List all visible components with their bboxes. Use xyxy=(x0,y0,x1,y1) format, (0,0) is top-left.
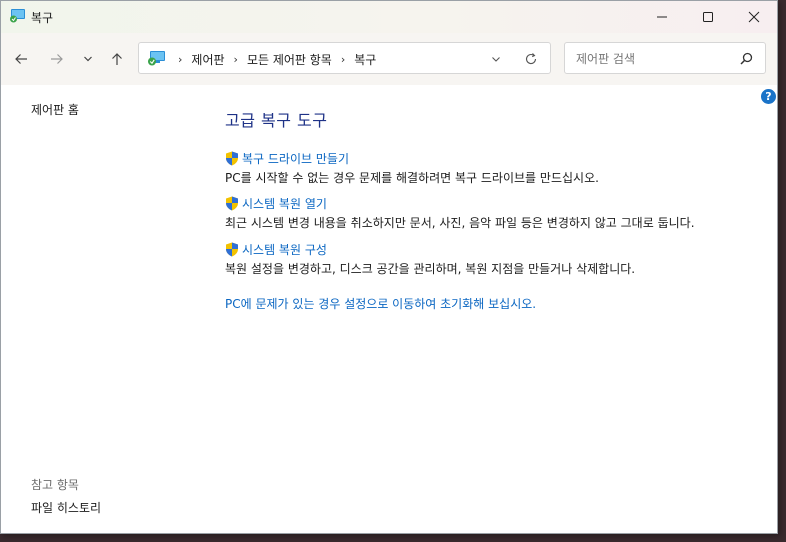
search-icon[interactable] xyxy=(740,52,753,65)
address-bar[interactable]: › 제어판 › 모든 제어판 항목 › 복구 xyxy=(138,42,551,74)
arrow-left-icon xyxy=(15,54,27,64)
control-panel-icon xyxy=(148,51,165,66)
reset-pc-link[interactable]: PC에 문제가 있는 경우 설정으로 이동하여 초기화해 보십시오. xyxy=(225,295,536,312)
close-button[interactable] xyxy=(731,1,777,33)
uac-shield-icon xyxy=(226,196,238,211)
tool-link-label[interactable]: 시스템 복원 구성 xyxy=(242,241,327,258)
tool-link-label[interactable]: 시스템 복원 열기 xyxy=(242,195,327,212)
breadcrumb: › 제어판 › 모든 제어판 항목 › 복구 xyxy=(169,51,376,68)
page-title: 고급 복구 도구 xyxy=(225,111,328,130)
window-title: 복구 xyxy=(31,11,54,25)
refresh-icon[interactable] xyxy=(524,52,538,66)
uac-shield-icon xyxy=(226,151,238,166)
chevron-down-icon[interactable] xyxy=(490,53,502,65)
up-button[interactable] xyxy=(107,49,127,69)
minimize-button[interactable] xyxy=(639,1,685,33)
main-content: 고급 복구 도구 복구 드라이브 만들기 PC를 시작할 수 없는 경우 문제를… xyxy=(225,85,777,533)
recovery-tool-item: 시스템 복원 열기 최근 시스템 변경 내용을 취소하지만 문서, 사진, 음악… xyxy=(225,195,695,231)
maximize-button[interactable] xyxy=(685,1,731,33)
maximize-icon xyxy=(703,12,713,22)
configure-system-restore-link[interactable]: 시스템 복원 구성 xyxy=(225,241,635,258)
navigation-bar: › 제어판 › 모든 제어판 항목 › 복구 xyxy=(1,33,777,85)
breadcrumb-all-items[interactable]: 모든 제어판 항목 xyxy=(247,51,332,68)
search-box[interactable] xyxy=(564,42,766,74)
breadcrumb-control-panel[interactable]: 제어판 xyxy=(191,51,224,68)
tool-link-label[interactable]: 복구 드라이브 만들기 xyxy=(242,150,349,167)
recovery-tool-item: 시스템 복원 구성 복원 설정을 변경하고, 디스크 공간을 관리하며, 복원 … xyxy=(225,241,635,277)
recovery-window: 복구 › 제어판 › 모든 제어판 항목 › 복구 제어판 검색 ? 제어판 홈… xyxy=(0,0,778,534)
create-recovery-drive-link[interactable]: 복구 드라이브 만들기 xyxy=(225,150,599,167)
title-bar[interactable]: 복구 xyxy=(1,1,777,33)
control-panel-icon xyxy=(10,9,25,23)
recovery-tool-item: 복구 드라이브 만들기 PC를 시작할 수 없는 경우 문제를 해결하려면 복구… xyxy=(225,150,599,186)
uac-shield-icon xyxy=(226,242,238,257)
tool-description: 복원 설정을 변경하고, 디스크 공간을 관리하며, 복원 지점을 만들거나 삭… xyxy=(225,262,636,276)
file-history-link[interactable]: 파일 히스토리 xyxy=(31,499,101,516)
open-system-restore-link[interactable]: 시스템 복원 열기 xyxy=(225,195,695,212)
arrow-right-icon xyxy=(51,54,63,64)
tool-description: 최근 시스템 변경 내용을 취소하지만 문서, 사진, 음악 파일 등은 변경하… xyxy=(225,216,695,230)
minimize-icon xyxy=(657,16,667,18)
recent-locations-button[interactable] xyxy=(78,49,98,69)
forward-button[interactable] xyxy=(47,49,67,69)
chevron-down-icon xyxy=(84,56,92,62)
breadcrumb-separator-icon[interactable]: › xyxy=(234,53,238,66)
breadcrumb-separator-icon[interactable]: › xyxy=(178,53,182,66)
breadcrumb-recovery[interactable]: 복구 xyxy=(354,51,376,68)
tool-description: PC를 시작할 수 없는 경우 문제를 해결하려면 복구 드라이브를 만드십시오… xyxy=(225,171,599,185)
left-pane: 제어판 홈 참고 항목 파일 히스토리 xyxy=(1,85,201,533)
arrow-up-icon xyxy=(112,53,122,65)
search-input[interactable] xyxy=(574,49,733,69)
breadcrumb-separator-icon[interactable]: › xyxy=(341,53,345,66)
close-icon xyxy=(748,11,760,23)
see-also-title: 참고 항목 xyxy=(31,478,79,492)
back-button[interactable] xyxy=(11,49,31,69)
control-panel-home-link[interactable]: 제어판 홈 xyxy=(31,101,79,118)
